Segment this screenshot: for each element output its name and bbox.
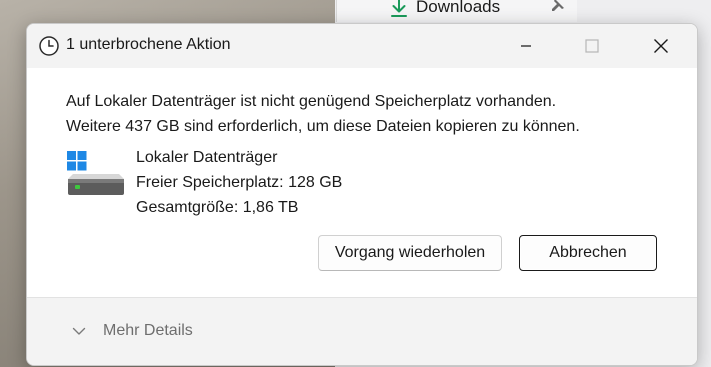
title-bar[interactable]: 1 unterbrochene Aktion: [27, 24, 697, 68]
error-message-line-2: Weitere 437 GB sind erforderlich, um die…: [66, 118, 580, 135]
maximize-button[interactable]: [569, 24, 615, 68]
download-arrow-icon: [391, 0, 407, 17]
more-details-label: Mehr Details: [103, 322, 193, 339]
drive-name: Lokaler Datenträger: [136, 149, 278, 166]
maximize-icon: [585, 39, 599, 53]
minimize-button[interactable]: [503, 24, 549, 68]
dialog-title: 1 unterbrochene Aktion: [66, 36, 231, 53]
close-button[interactable]: [638, 24, 684, 68]
drive-total-size: Gesamtgröße: 1,86 TB: [136, 199, 299, 216]
minimize-icon: [521, 45, 531, 47]
drive-icon: [67, 151, 124, 195]
interrupted-action-dialog: 1 unterbrochene Aktion Auf Lokaler Daten…: [26, 23, 698, 366]
pin-icon[interactable]: [549, 0, 565, 14]
dialog-body: Auf Lokaler Datenträger ist nicht genüge…: [27, 68, 697, 297]
error-message-line-1: Auf Lokaler Datenträger ist nicht genüge…: [66, 93, 557, 110]
drive-free-space: Freier Speicherplatz: 128 GB: [136, 174, 343, 191]
explorer-item-downloads[interactable]: Downloads: [416, 0, 500, 17]
close-icon: [654, 39, 668, 53]
cancel-button[interactable]: Abbrechen: [519, 235, 657, 271]
chevron-down-icon: [72, 327, 86, 335]
retry-button[interactable]: Vorgang wiederholen: [318, 235, 502, 271]
clock-icon: [39, 36, 59, 56]
more-details-toggle[interactable]: Mehr Details: [27, 298, 697, 365]
